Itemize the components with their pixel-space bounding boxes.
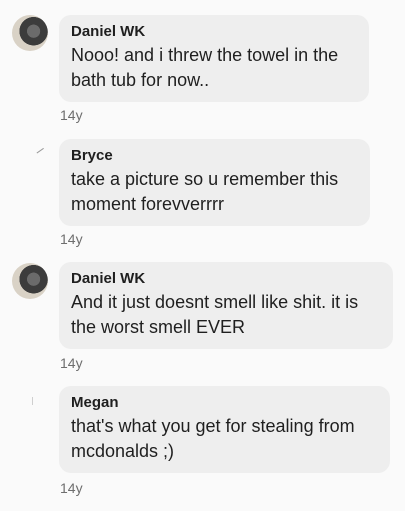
comment-author[interactable]: Megan bbox=[71, 393, 376, 412]
comment-timestamp[interactable]: 14y bbox=[60, 355, 83, 371]
comment-author[interactable]: Daniel WK bbox=[71, 269, 379, 288]
avatar[interactable] bbox=[12, 392, 48, 428]
comment-text: take a picture so u remember this moment… bbox=[71, 169, 339, 214]
comment-timestamp[interactable]: 14y bbox=[60, 480, 83, 496]
comment-thread: Daniel WK Nooo! and i threw the towel in… bbox=[0, 0, 405, 511]
avatar[interactable] bbox=[12, 15, 48, 51]
comment-bubble: Megan that's what you get for stealing f… bbox=[59, 386, 390, 473]
comment-text: And it just doesnt smell like shit. it i… bbox=[71, 292, 359, 337]
avatar[interactable] bbox=[12, 263, 48, 299]
comment-bubble: Daniel WK Nooo! and i threw the towel in… bbox=[59, 15, 369, 102]
comment-bubble: Daniel WK And it just doesnt smell like … bbox=[59, 262, 393, 349]
comment-timestamp[interactable]: 14y bbox=[60, 107, 83, 123]
avatar[interactable] bbox=[12, 142, 48, 178]
comment-timestamp[interactable]: 14y bbox=[60, 231, 83, 247]
user-blank-icon bbox=[36, 147, 45, 154]
comment-author[interactable]: Daniel WK bbox=[71, 22, 355, 41]
comment-text: that's what you get for stealing from mc… bbox=[71, 416, 355, 461]
comment-text: Nooo! and i threw the towel in the bath … bbox=[71, 45, 339, 90]
comment-bubble: Bryce take a picture so u remember this … bbox=[59, 139, 370, 226]
comment-author[interactable]: Bryce bbox=[71, 146, 356, 165]
user-blank-icon bbox=[32, 397, 33, 405]
